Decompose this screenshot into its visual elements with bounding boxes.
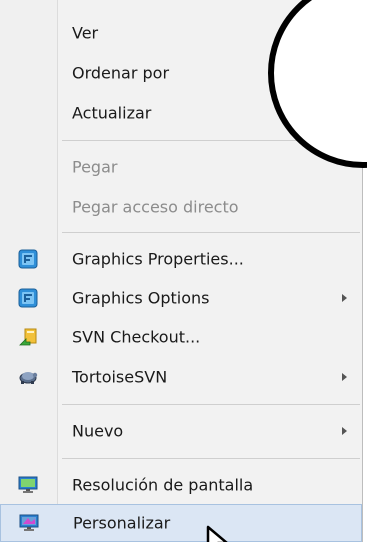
graphics-icon	[18, 288, 38, 308]
menu-separator	[62, 458, 360, 459]
menu-separator	[62, 232, 360, 233]
menu-item-graphics-options[interactable]: Graphics Options	[0, 279, 362, 317]
menu-item-nuevo-label: Nuevo	[72, 421, 124, 441]
menu-separator	[62, 404, 360, 405]
menu-item-graphics-properties[interactable]: Graphics Properties...	[0, 240, 362, 278]
menu-item-tortoisesvn-label: TortoiseSVN	[72, 367, 168, 387]
menu-item-personalizar[interactable]: Personalizar	[0, 504, 362, 542]
submenu-arrow-icon	[342, 373, 347, 381]
menu-item-pegar-label: Pegar	[72, 157, 118, 177]
menu-item-resolucion-de-pantalla[interactable]: Resolución de pantalla	[0, 466, 362, 504]
monitor-icon	[18, 476, 38, 493]
submenu-arrow-icon	[342, 294, 347, 302]
mouse-cursor-icon	[206, 525, 228, 542]
menu-item-svn-checkout[interactable]: SVN Checkout...	[0, 318, 362, 356]
menu-item-ordenar-por-label: Ordenar por	[72, 63, 170, 83]
menu-item-nuevo[interactable]: Nuevo	[0, 412, 362, 450]
menu-item-ver-label: Ver	[72, 23, 99, 43]
menu-item-pegar-acceso-directo-label: Pegar acceso directo	[72, 197, 239, 217]
menu-item-graphics-options-label: Graphics Options	[72, 288, 210, 308]
menu-item-actualizar-label: Actualizar	[72, 103, 152, 123]
menu-item-pegar-acceso-directo: Pegar acceso directo	[0, 188, 362, 226]
menu-item-graphics-properties-label: Graphics Properties...	[72, 249, 244, 269]
annotation-circle	[268, 0, 367, 168]
menu-item-personalizar-label: Personalizar	[73, 513, 171, 533]
svn-checkout-icon	[19, 328, 37, 346]
desktop-context-menu: Ver Ordenar por Actualizar Pegar Pegar a…	[0, 0, 367, 542]
personalize-monitor-icon	[19, 514, 39, 531]
menu-item-resolucion-de-pantalla-label: Resolución de pantalla	[72, 475, 254, 495]
menu-item-pegar: Pegar	[0, 148, 362, 186]
graphics-icon	[18, 249, 38, 269]
menu-item-svn-checkout-label: SVN Checkout...	[72, 327, 201, 347]
tortoise-icon	[19, 372, 38, 384]
submenu-arrow-icon	[342, 427, 347, 435]
menu-item-tortoisesvn[interactable]: TortoiseSVN	[0, 358, 362, 396]
